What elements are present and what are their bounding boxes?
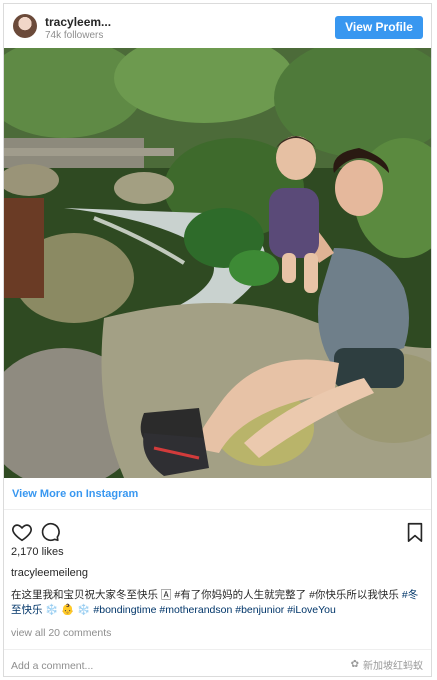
post-photo[interactable] [4, 48, 431, 478]
view-more-on-instagram-link[interactable]: View More on Instagram [12, 488, 138, 500]
watermark-text: 新加坡红蚂蚁 [363, 661, 423, 672]
view-all-comments-link[interactable]: view all 20 comments [11, 627, 111, 639]
comment-icon[interactable] [39, 521, 61, 543]
caption-text: 在这里我和宝贝祝大家冬至快乐 🄰 #有了你妈妈的人生就完整了 #你快乐所以我快乐… [11, 588, 426, 618]
divider [4, 509, 431, 510]
avatar[interactable] [13, 14, 37, 38]
instagram-embed-card: tracyleem... 74k followers View Profile [3, 3, 432, 677]
like-count[interactable]: 2,170 likes [11, 546, 64, 558]
username[interactable]: tracyleem... [45, 15, 111, 29]
view-profile-button[interactable]: View Profile [335, 16, 423, 39]
wechat-icon: ✿ [350, 659, 359, 670]
caption-body: 在这里我和宝贝祝大家冬至快乐 🄰 #有了你妈妈的人生就完整了 #你快乐所以我快乐 [11, 589, 399, 601]
post-header: tracyleem... 74k followers View Profile [4, 4, 431, 48]
divider [4, 649, 431, 650]
add-comment-input[interactable]: Add a comment... [11, 660, 93, 672]
bookmark-icon[interactable] [404, 521, 426, 543]
watermark: ✿ 新加坡红蚂蚁 [351, 657, 423, 672]
heart-icon[interactable] [11, 521, 33, 543]
caption-username[interactable]: tracyleemeileng [11, 567, 88, 579]
photo-illustration [4, 48, 431, 478]
follower-count: 74k followers [45, 30, 104, 41]
